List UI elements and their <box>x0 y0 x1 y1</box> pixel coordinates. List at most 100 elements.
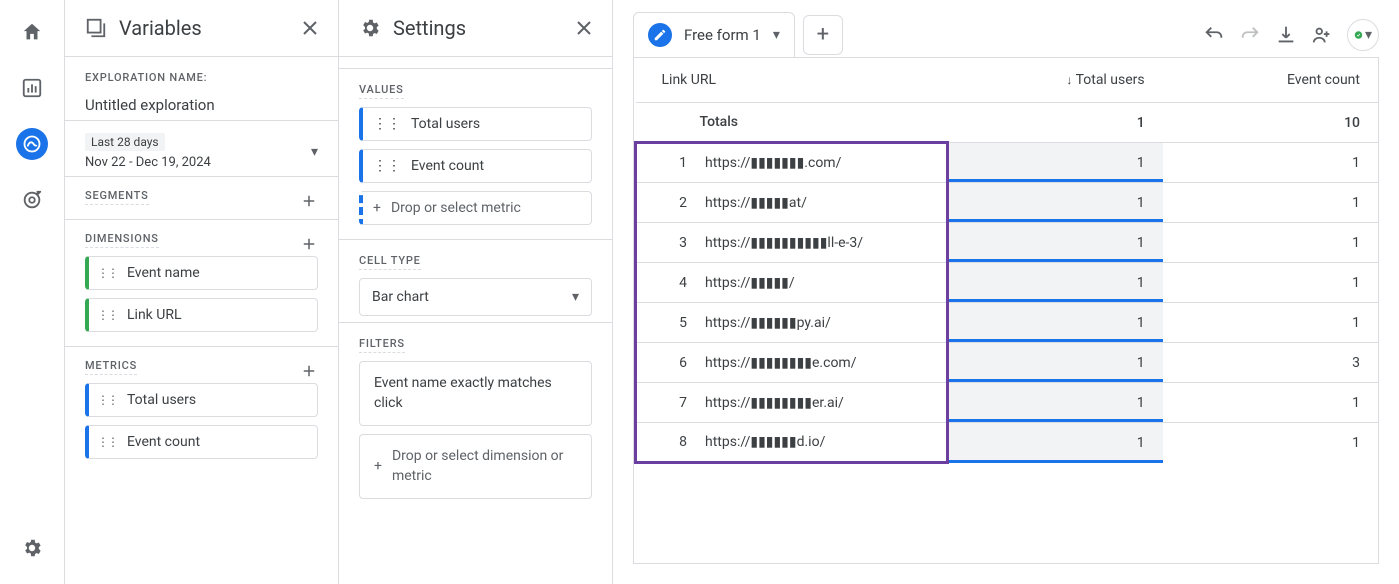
table-row[interactable]: 6https://▮▮▮▮▮▮▮▮e.com/13 <box>636 343 1379 383</box>
cell-event-count: 1 <box>1163 383 1378 423</box>
segments-section: SEGMENTS <box>65 177 338 220</box>
cell-total-users: 1 <box>947 223 1162 263</box>
table-row[interactable]: 3https://▮▮▮▮▮▮▮▮▮▮ll-e-3/11 <box>636 223 1379 263</box>
close-icon <box>572 16 596 40</box>
table-row[interactable]: 5https://▮▮▮▮▮▮py.ai/11 <box>636 303 1379 343</box>
add-dimension-button[interactable] <box>300 235 318 253</box>
table-row[interactable]: 4https://▮▮▮▮▮/11 <box>636 263 1379 303</box>
drag-handle-icon: ⋮⋮ <box>97 435 117 449</box>
value-chip-event-count[interactable]: ⋮⋮Event count <box>359 149 592 183</box>
variables-panel: Variables EXPLORATION NAME: Untitled exp… <box>64 0 338 584</box>
metric-chip-event-count[interactable]: ⋮⋮Event count <box>85 425 318 459</box>
column-link-url[interactable]: Link URL <box>636 58 948 103</box>
share-icon[interactable] <box>1311 24 1333 46</box>
filters-section: FILTERS Event name exactly matches click… <box>339 323 612 505</box>
close-settings-button[interactable] <box>572 16 596 40</box>
chevron-down-icon: ▾ <box>311 144 318 160</box>
row-number: 5 <box>663 315 687 331</box>
nav-admin-icon[interactable] <box>16 532 48 564</box>
add-tab-button[interactable]: + <box>803 15 843 55</box>
table-row[interactable]: 8https://▮▮▮▮▮▮d.io/11 <box>636 423 1379 463</box>
settings-panel: Settings VALUES ⋮⋮Total users ⋮⋮Event co… <box>338 0 612 584</box>
chevron-down-icon: ▾ <box>1365 27 1372 43</box>
cell-type-section: CELL TYPE Bar chart ▾ <box>339 240 612 323</box>
values-label: VALUES <box>359 83 404 99</box>
drag-handle-icon: ⋮⋮ <box>97 308 117 322</box>
results-table: Link URL ↓ Total users Event count Total… <box>633 57 1379 564</box>
cell-event-count: 1 <box>1163 303 1378 343</box>
cell-type-label: CELL TYPE <box>359 254 421 270</box>
dimension-chip-event-name[interactable]: ⋮⋮Event name <box>85 256 318 290</box>
status-indicator[interactable]: ▾ <box>1347 19 1379 51</box>
nav-reports-icon[interactable] <box>16 72 48 104</box>
metrics-section: METRICS ⋮⋮Total users ⋮⋮Event count <box>65 347 338 473</box>
column-event-count[interactable]: Event count <box>1163 58 1378 103</box>
download-icon[interactable] <box>1275 24 1297 46</box>
dimension-chip-link-url[interactable]: ⋮⋮Link URL <box>85 298 318 332</box>
cell-event-count: 3 <box>1163 343 1378 383</box>
undo-icon[interactable] <box>1203 24 1225 46</box>
nav-rail <box>0 0 64 584</box>
cell-total-users: 1 <box>947 303 1162 343</box>
date-range-section[interactable]: Last 28 days Nov 22 - Dec 19, 2024 ▾ <box>65 121 338 177</box>
settings-title: Settings <box>393 16 560 40</box>
chevron-down-icon[interactable]: ▾ <box>773 27 780 43</box>
drop-dimension-metric-zone[interactable]: + Drop or select dimension or metric <box>359 434 592 499</box>
cell-link-url: 1https://▮▮▮▮▮▮▮.com/ <box>636 143 948 183</box>
variables-header: Variables <box>65 0 338 57</box>
values-section: VALUES ⋮⋮Total users ⋮⋮Event count +Drop… <box>339 69 612 240</box>
canvas-panel: Free form 1 ▾ + ▾ Link URL ↓ Total users… <box>612 0 1399 584</box>
value-chip-total-users[interactable]: ⋮⋮Total users <box>359 107 592 141</box>
close-variables-button[interactable] <box>298 16 322 40</box>
cell-total-users: 1 <box>947 383 1162 423</box>
cell-link-url: 4https://▮▮▮▮▮/ <box>636 263 948 303</box>
variables-icon <box>85 17 107 39</box>
cell-event-count: 1 <box>1163 183 1378 223</box>
drag-handle-icon: ⋮⋮ <box>373 116 401 132</box>
row-number: 1 <box>663 155 687 171</box>
exploration-name-section: EXPLORATION NAME: Untitled exploration <box>65 57 338 121</box>
cell-total-users: 1 <box>947 183 1162 223</box>
table-row[interactable]: 1https://▮▮▮▮▮▮▮.com/1 1 <box>636 143 1379 183</box>
drop-metric-zone[interactable]: +Drop or select metric <box>359 191 592 225</box>
dimensions-label: DIMENSIONS <box>85 232 159 248</box>
table-row[interactable]: 7https://▮▮▮▮▮▮▮▮er.ai/11 <box>636 383 1379 423</box>
cell-event-count: 1 <box>1163 223 1378 263</box>
filters-label: FILTERS <box>359 337 405 353</box>
cell-link-url: 8https://▮▮▮▮▮▮d.io/ <box>636 423 948 463</box>
exploration-name-value[interactable]: Untitled exploration <box>85 96 318 114</box>
column-total-users[interactable]: ↓ Total users <box>947 58 1162 103</box>
metric-chip-total-users[interactable]: ⋮⋮Total users <box>85 383 318 417</box>
table-row[interactable]: 2https://▮▮▮▮▮at/11 <box>636 183 1379 223</box>
cell-event-count: 1 <box>1163 143 1378 183</box>
cell-total-users: 1 <box>947 343 1162 383</box>
nav-explore-icon[interactable] <box>16 128 48 160</box>
cell-link-url: 3https://▮▮▮▮▮▮▮▮▮▮ll-e-3/ <box>636 223 948 263</box>
dimensions-section: DIMENSIONS ⋮⋮Event name ⋮⋮Link URL <box>65 220 338 347</box>
nav-ads-icon[interactable] <box>16 184 48 216</box>
redo-icon[interactable] <box>1239 24 1261 46</box>
cell-link-url: 6https://▮▮▮▮▮▮▮▮e.com/ <box>636 343 948 383</box>
row-number: 6 <box>663 355 687 371</box>
row-number: 2 <box>663 195 687 211</box>
cell-link-url: 5https://▮▮▮▮▮▮py.ai/ <box>636 303 948 343</box>
filter-chip[interactable]: Event name exactly matches click <box>359 361 592 426</box>
cell-event-count: 1 <box>1163 263 1378 303</box>
tab-free-form[interactable]: Free form 1 ▾ <box>633 12 795 57</box>
check-circle-icon <box>1354 26 1363 44</box>
variables-title: Variables <box>119 16 286 40</box>
cell-type-select[interactable]: Bar chart ▾ <box>359 278 592 316</box>
add-metric-button[interactable] <box>300 362 318 380</box>
canvas-toolbar: Free form 1 ▾ + ▾ <box>613 0 1399 57</box>
totals-events: 10 <box>1163 103 1378 143</box>
nav-home-icon[interactable] <box>16 16 48 48</box>
drag-handle-icon: ⋮⋮ <box>97 266 117 280</box>
segments-label: SEGMENTS <box>85 189 149 205</box>
cell-link-url: 2https://▮▮▮▮▮at/ <box>636 183 948 223</box>
settings-header: Settings <box>339 0 612 57</box>
date-range-preset: Last 28 days <box>85 133 165 151</box>
add-segment-button[interactable] <box>300 192 318 210</box>
table-header-row: Link URL ↓ Total users Event count <box>636 58 1379 103</box>
pencil-icon <box>648 23 672 47</box>
cell-link-url: 7https://▮▮▮▮▮▮▮▮er.ai/ <box>636 383 948 423</box>
